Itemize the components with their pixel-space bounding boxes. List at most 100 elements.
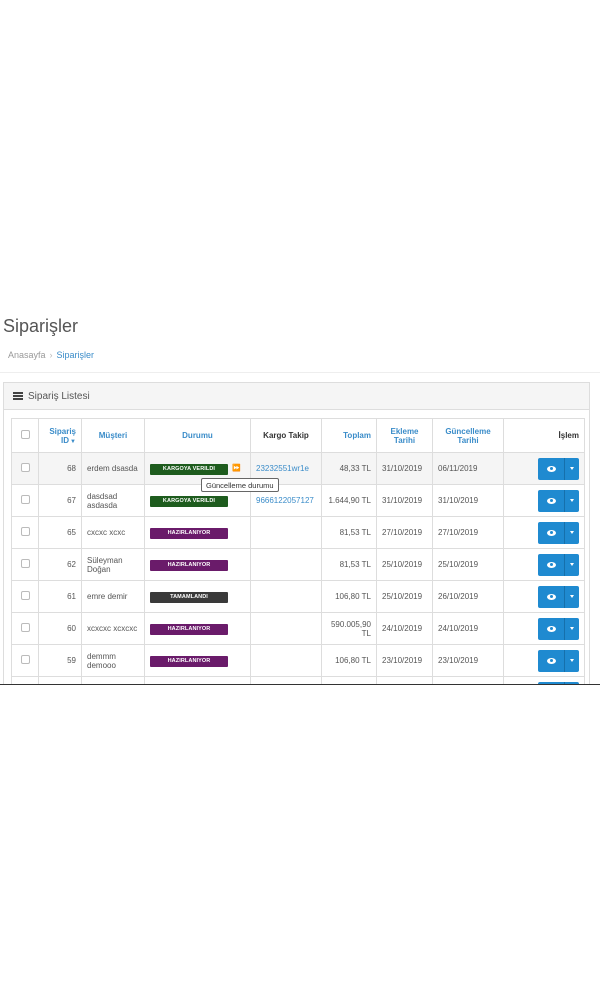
- table-row[interactable]: 65 cxcxc xcxc HAZIRLANIYOR 81,53 TL 27/10/20…: [11, 516, 585, 549]
- status-badge: HAZIRLANIYOR: [150, 655, 228, 667]
- orders-table: Sipariş ID▼ Müşteri Durumu Kargo Takip T…: [11, 418, 585, 685]
- order-id: 62: [38, 548, 82, 581]
- breadcrumb-separator: ›: [49, 350, 53, 360]
- status-badge: HAZIRLANIYOR: [150, 623, 228, 635]
- table-row[interactable]: 62 Süleyman Doğan HAZIRLANIYOR 81,53 TL 25/1…: [11, 548, 585, 581]
- dropdown-button[interactable]: [564, 649, 579, 672]
- added-date: 23/10/2019: [376, 644, 433, 677]
- header-added-date[interactable]: Ekleme Tarihi: [376, 418, 433, 453]
- order-total: 590.005,90 TL: [321, 612, 377, 645]
- divider: [0, 372, 600, 373]
- row-checkbox[interactable]: [20, 591, 30, 600]
- view-button[interactable]: [538, 617, 564, 640]
- header-total[interactable]: Toplam: [321, 418, 377, 453]
- tracking-link[interactable]: 23232551wr1e: [256, 464, 309, 473]
- orders-panel: Sipariş Listesi Sipariş ID▼ Müşteri Duru…: [3, 382, 590, 685]
- header-order-id[interactable]: Sipariş ID▼: [38, 418, 82, 453]
- header-action: İşlem: [503, 418, 585, 453]
- panel-title: Sipariş Listesi: [28, 390, 90, 402]
- status-badge: KARGOYA VERILDI: [150, 463, 228, 475]
- tracking-cell: [250, 580, 322, 613]
- action-button-group: [538, 553, 579, 576]
- order-id: 61: [38, 580, 82, 613]
- panel-heading: Sipariş Listesi: [4, 383, 589, 410]
- caret-down-icon: [570, 531, 574, 534]
- row-select-cell: [11, 484, 39, 517]
- row-select-cell: [11, 548, 39, 581]
- row-select-cell: [11, 580, 39, 613]
- order-id: 60: [38, 612, 82, 645]
- row-select-cell: [11, 612, 39, 645]
- row-checkbox[interactable]: [20, 527, 30, 536]
- viewport: Siparişler Anasayfa › Siparişler Sipariş L…: [0, 300, 600, 685]
- action-cell: [503, 612, 585, 645]
- order-id: 59: [38, 644, 82, 677]
- view-button[interactable]: [538, 489, 564, 512]
- breadcrumb-current[interactable]: Siparişler: [57, 350, 95, 360]
- view-button[interactable]: [538, 521, 564, 544]
- dropdown-button[interactable]: [564, 457, 579, 480]
- order-id: 65: [38, 516, 82, 549]
- dropdown-button[interactable]: [564, 585, 579, 608]
- header-customer[interactable]: Müşteri: [81, 418, 145, 453]
- dropdown-button[interactable]: [564, 521, 579, 544]
- view-button[interactable]: [538, 585, 564, 608]
- table-row[interactable]: 59 demmm demooo HAZIRLANIYOR 106,80 TL 23/10…: [11, 644, 585, 677]
- customer-name: demmm demooo: [81, 644, 145, 677]
- row-checkbox[interactable]: [20, 655, 30, 664]
- row-checkbox[interactable]: [20, 559, 30, 568]
- select-all-cell: [11, 418, 39, 453]
- eye-icon: [546, 625, 556, 632]
- view-button[interactable]: [538, 457, 564, 480]
- tooltip: Güncelleme durumu: [201, 478, 279, 492]
- caret-down-icon: [570, 659, 574, 662]
- view-button[interactable]: [538, 649, 564, 672]
- row-checkbox[interactable]: [20, 495, 30, 504]
- table-row[interactable]: 68 erdem dsasda KARGOYA VERILDI ⏩ 23232551wr…: [11, 452, 585, 485]
- page-title: Siparişler: [3, 316, 79, 336]
- status-cell: TAMAMLANDI: [144, 580, 251, 613]
- breadcrumb: Anasayfa › Siparişler: [8, 350, 94, 360]
- caret-down-icon: [570, 467, 574, 470]
- breadcrumb-home[interactable]: Anasayfa: [8, 350, 46, 360]
- action-button-group: [538, 489, 579, 512]
- view-button[interactable]: [538, 553, 564, 576]
- updated-date: 31/10/2019: [432, 484, 504, 517]
- fast-forward-icon[interactable]: ⏩: [232, 465, 241, 472]
- row-select-cell: [11, 452, 39, 485]
- viewport-bottom-edge: [0, 684, 600, 685]
- status-badge: TAMAMLANDI: [150, 591, 228, 603]
- status-badge: HAZIRLANIYOR: [150, 559, 228, 571]
- action-cell: [503, 484, 585, 517]
- customer-name: cxcxc xcxc: [81, 516, 145, 549]
- order-total: 106,80 TL: [321, 644, 377, 677]
- list-icon: [13, 392, 23, 400]
- dropdown-button[interactable]: [564, 489, 579, 512]
- header-status[interactable]: Durumu: [144, 418, 251, 453]
- status-badge: HAZIRLANIYOR: [150, 527, 228, 539]
- table-row[interactable]: 61 emre demir TAMAMLANDI 106,80 TL 25/10/201…: [11, 580, 585, 613]
- action-button-group: [538, 585, 579, 608]
- select-all-checkbox[interactable]: [20, 430, 30, 439]
- dropdown-button[interactable]: [564, 617, 579, 640]
- updated-date: 23/10/2019: [432, 644, 504, 677]
- order-id: 68: [38, 452, 82, 485]
- action-button-group: [538, 521, 579, 544]
- table-row[interactable]: 60 xcxcxc xcxcxc HAZIRLANIYOR 590.005,90 TL…: [11, 612, 585, 645]
- tracking-link[interactable]: 9666122057127: [256, 496, 314, 505]
- added-date: 24/10/2019: [376, 612, 433, 645]
- header-updated-date[interactable]: Güncelleme Tarihi: [432, 418, 504, 453]
- action-cell: [503, 516, 585, 549]
- added-date: 31/10/2019: [376, 484, 433, 517]
- row-checkbox[interactable]: [20, 463, 30, 472]
- action-cell: [503, 548, 585, 581]
- row-checkbox[interactable]: [20, 623, 30, 632]
- customer-name: erdem dsasda: [81, 452, 145, 485]
- customer-name: emre demir: [81, 580, 145, 613]
- status-cell: HAZIRLANIYOR: [144, 644, 251, 677]
- dropdown-button[interactable]: [564, 553, 579, 576]
- table-body: 68 erdem dsasda KARGOYA VERILDI ⏩ 23232551wr…: [11, 452, 585, 685]
- tracking-cell: [250, 548, 322, 581]
- table-row[interactable]: 67 dasdsad asdasda KARGOYA VERILDI 96661220…: [11, 484, 585, 517]
- tracking-cell: [250, 644, 322, 677]
